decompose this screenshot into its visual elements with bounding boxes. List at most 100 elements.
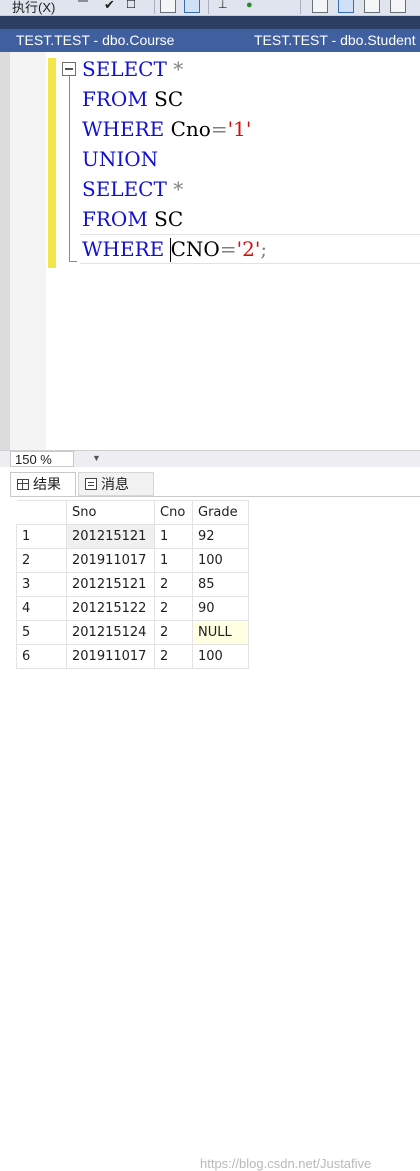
cell-grade[interactable]: 92 (192, 524, 249, 549)
cell-sno[interactable]: 201911017 (66, 548, 155, 573)
sql-keyword: WHERE (82, 237, 165, 261)
sql-string: '2' (236, 237, 261, 261)
sql-identifier: Cno (164, 117, 211, 141)
sql-keyword: UNION (82, 147, 159, 171)
column-header-sno[interactable]: Sno (66, 500, 155, 525)
sql-operator: * (173, 177, 184, 201)
uncomment-icon[interactable] (338, 0, 354, 13)
header-row: Sno Cno Grade (16, 500, 249, 525)
zoom-select[interactable]: 150 % (10, 451, 74, 467)
cell-grade[interactable]: 100 (192, 644, 249, 669)
table-row[interactable]: 2 201911017 1 100 (16, 548, 249, 573)
code-line[interactable]: UNION (82, 144, 158, 174)
cell-sno[interactable]: 201911017 (66, 644, 155, 669)
sql-keyword: WHERE (82, 117, 165, 141)
document-tab-strip: TEST.TEST - dbo.Course TEST.TEST - dbo.S… (0, 29, 420, 52)
sql-identifier: CNO (164, 237, 220, 261)
table-row[interactable]: 5 201215124 2 NULL (16, 620, 249, 645)
change-indicator-bar (48, 58, 56, 268)
cell-cno[interactable]: 2 (154, 572, 193, 597)
message-icon (85, 478, 97, 490)
tab-messages-label: 消息 (101, 476, 129, 492)
code-line[interactable]: WHERE Cno='1' (82, 114, 251, 144)
sql-operator: * (173, 57, 184, 81)
tab-student[interactable]: TEST.TEST - dbo.Student (254, 29, 420, 52)
tab-results-label: 结果 (33, 476, 61, 492)
toolbar-separator (208, 0, 209, 14)
fold-guide (69, 76, 70, 262)
sql-operator: = (210, 117, 228, 141)
results-pane: 结果 消息 Sno Cno Grade 1 201215121 1 92 2 2… (0, 467, 420, 1171)
cell-grade[interactable]: NULL (192, 620, 249, 645)
sql-string: '1' (227, 117, 252, 141)
results-to-text-icon[interactable] (160, 0, 176, 13)
sql-keyword: SELECT (82, 57, 167, 81)
comment-icon[interactable] (312, 0, 328, 13)
table-row[interactable]: 1 201215121 1 92 (16, 524, 249, 549)
cell-cno[interactable]: 2 (154, 620, 193, 645)
row-number[interactable]: 2 (16, 548, 67, 573)
fold-guide-end (69, 261, 77, 262)
cell-sno[interactable]: 201215121 (66, 524, 155, 549)
code-line[interactable]: FROM SC (82, 204, 183, 234)
row-number[interactable]: 3 (16, 572, 67, 597)
sql-operator: = (219, 237, 237, 261)
execute-button[interactable]: 执行(X) (12, 0, 55, 15)
parse-icon[interactable]: ☐ (126, 0, 136, 14)
row-number-header[interactable] (16, 500, 67, 525)
chevron-down-icon[interactable]: ▼ (92, 453, 101, 463)
sql-identifier: SC (147, 207, 184, 231)
outdent-icon[interactable] (390, 0, 406, 13)
plan-icon[interactable]: ⊥ (218, 0, 228, 14)
include-stats-icon[interactable]: ● (246, 0, 253, 14)
row-number[interactable]: 4 (16, 596, 67, 621)
sql-keyword: SELECT (82, 177, 167, 201)
results-to-grid-icon[interactable] (184, 0, 200, 13)
sql-operator: ; (260, 237, 268, 261)
code-line[interactable]: SELECT * (82, 174, 183, 204)
editor-margin (10, 52, 46, 450)
cell-cno[interactable]: 1 (154, 524, 193, 549)
tab-messages[interactable]: 消息 (78, 472, 154, 496)
row-number[interactable]: 1 (16, 524, 67, 549)
query-editor[interactable]: SELECT * FROM SC WHERE Cno='1' UNION SELECT … (0, 52, 420, 450)
code-line[interactable]: SELECT * (82, 54, 183, 84)
cell-cno[interactable]: 2 (154, 596, 193, 621)
column-header-grade[interactable]: Grade (192, 500, 249, 525)
cell-sno[interactable]: 201215124 (66, 620, 155, 645)
tab-strip-background (0, 16, 420, 29)
cell-cno[interactable]: 2 (154, 644, 193, 669)
cell-grade[interactable]: 90 (192, 596, 249, 621)
cell-sno[interactable]: 201215121 (66, 572, 155, 597)
toolbar-separator (154, 0, 155, 14)
code-line[interactable]: FROM SC (82, 84, 183, 114)
row-number[interactable]: 6 (16, 644, 67, 669)
tab-course[interactable]: TEST.TEST - dbo.Course (16, 29, 236, 52)
indent-icon[interactable] (364, 0, 380, 13)
toolbar: 执行(X) ✔ ☐ ⊥ ● (0, 0, 420, 16)
zoom-bar: 150 % ▼ (0, 450, 420, 467)
sql-keyword: FROM (82, 207, 148, 231)
table-row[interactable]: 4 201215122 2 90 (16, 596, 249, 621)
sql-identifier: SC (147, 87, 184, 111)
sql-keyword: FROM (82, 87, 148, 111)
check-icon[interactable]: ✔ (104, 0, 115, 14)
tab-results[interactable]: 结果 (10, 472, 76, 496)
text-caret (170, 238, 171, 262)
stop-icon[interactable] (78, 0, 88, 2)
results-grid[interactable]: Sno Cno Grade 1 201215121 1 92 2 2019110… (16, 500, 249, 669)
cell-cno[interactable]: 1 (154, 548, 193, 573)
table-row[interactable]: 6 201911017 2 100 (16, 644, 249, 669)
code-line[interactable]: WHERE CNO='2'; (82, 234, 267, 264)
toolbar-separator (300, 0, 301, 14)
editor-side-strip (0, 52, 10, 450)
cell-sno[interactable]: 201215122 (66, 596, 155, 621)
collapse-icon[interactable] (62, 62, 76, 76)
column-header-cno[interactable]: Cno (154, 500, 193, 525)
watermark: https://blog.csdn.net/Justafive (200, 1156, 372, 1171)
results-divider (10, 496, 420, 497)
cell-grade[interactable]: 100 (192, 548, 249, 573)
row-number[interactable]: 5 (16, 620, 67, 645)
cell-grade[interactable]: 85 (192, 572, 249, 597)
table-row[interactable]: 3 201215121 2 85 (16, 572, 249, 597)
